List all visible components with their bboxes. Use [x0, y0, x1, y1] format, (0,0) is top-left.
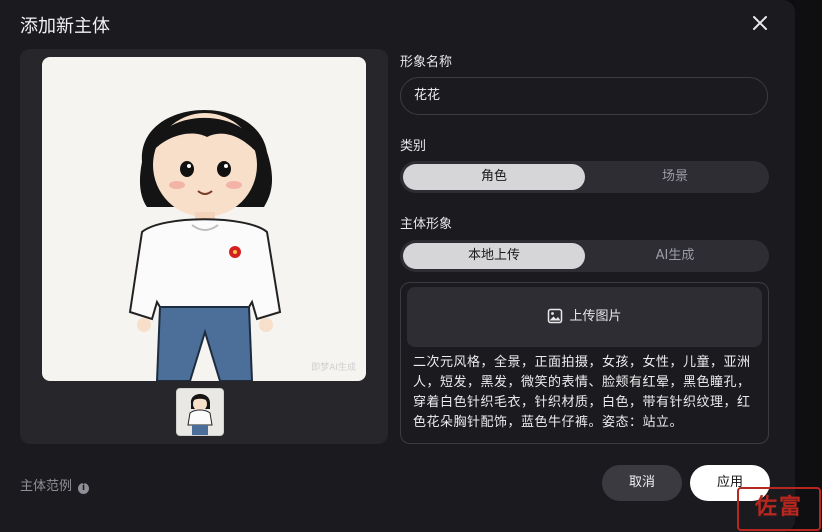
- watermark-seal: 佐富: [737, 487, 821, 531]
- name-label: 形象名称: [400, 55, 453, 70]
- close-button[interactable]: [748, 11, 772, 35]
- upload-label: 上传图片: [569, 309, 622, 324]
- subject-toggle: 本地上传 AI生成: [400, 240, 769, 272]
- category-option-scene[interactable]: 场景: [584, 164, 766, 190]
- preview-panel: 即梦AI生成: [20, 49, 388, 444]
- category-option-role[interactable]: 角色: [403, 164, 585, 190]
- character-illustration: [128, 109, 282, 381]
- subject-option-local-upload[interactable]: 本地上传: [403, 243, 585, 269]
- thumbnail-image: [187, 394, 213, 435]
- watermark: 即梦AI生成: [311, 363, 356, 373]
- info-icon[interactable]: i: [78, 483, 90, 494]
- close-icon: [753, 16, 767, 30]
- description-textarea[interactable]: 二次元风格，全景，正面拍摄，女孩，女性，儿童，亚洲人，短发，黑发，微笑的表情、脸…: [413, 353, 758, 433]
- dialog-title: 添加新主体: [20, 16, 110, 37]
- thumbnail[interactable]: [176, 388, 224, 436]
- character-image: 即梦AI生成: [42, 57, 366, 381]
- subject-example-label[interactable]: 主体范例 i: [20, 475, 90, 494]
- category-label: 类别: [400, 139, 427, 154]
- upload-box: 上传图片 二次元风格，全景，正面拍摄，女孩，女性，儿童，亚洲人，短发，黑发，微笑…: [400, 282, 769, 444]
- name-input[interactable]: 花花: [400, 77, 768, 115]
- image-icon: [548, 308, 563, 324]
- example-label-text: 主体范例: [20, 479, 73, 494]
- subject-label: 主体形象: [400, 217, 453, 232]
- subject-option-ai-generate[interactable]: AI生成: [584, 243, 766, 269]
- background-strip: [795, 0, 822, 532]
- upload-image-button[interactable]: 上传图片: [407, 287, 762, 347]
- cancel-button[interactable]: 取消: [602, 465, 682, 501]
- category-toggle: 角色 场景: [400, 161, 769, 193]
- dialog: 添加新主体 即梦AI生成 形象名称 花花 类别 角色 场景 主体形象 本地上传 …: [0, 0, 795, 532]
